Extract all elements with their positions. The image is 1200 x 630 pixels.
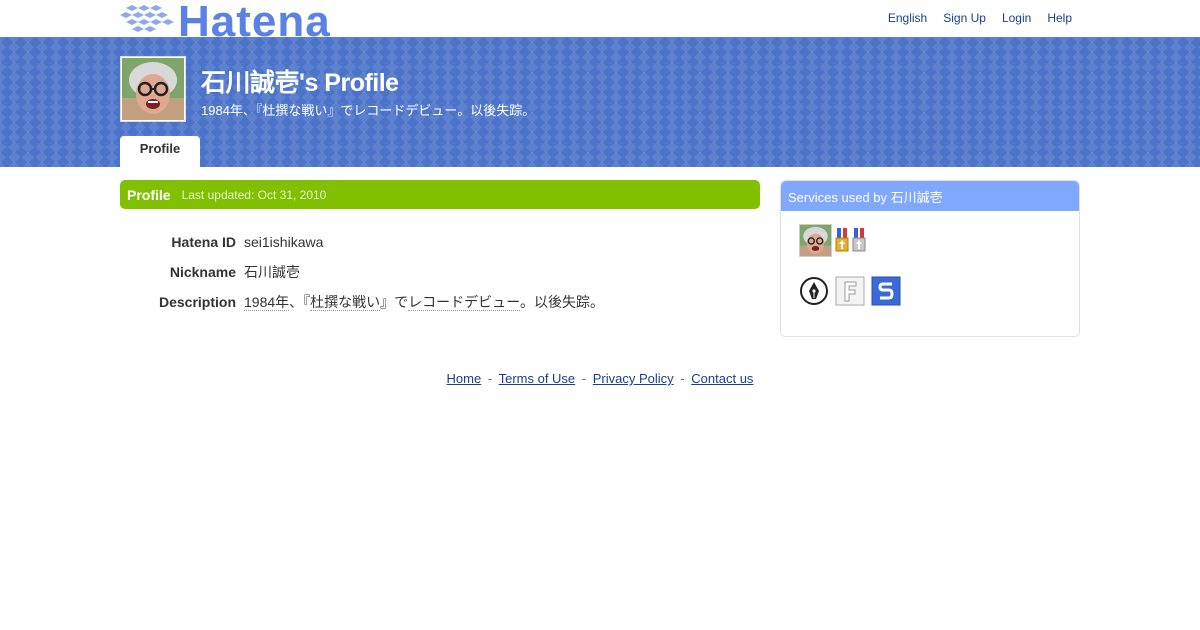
- user-avatar[interactable]: [799, 224, 832, 257]
- keyword-link[interactable]: 杜撰な戦い: [310, 294, 381, 311]
- section-title: Profile: [127, 186, 171, 203]
- hatena-id-label: Hatena ID: [171, 234, 236, 250]
- footer-separator: -: [680, 371, 685, 386]
- profile-row-hatena-id: Hatena ID sei1ishikawa: [120, 227, 760, 257]
- nickname-value: 石川誠壱: [244, 264, 300, 280]
- footer-terms-link[interactable]: Terms of Use: [499, 371, 576, 386]
- profile-row-nickname: Nickname 石川誠壱: [120, 257, 760, 287]
- profile-table: Hatena ID sei1ishikawa Nickname 石川誠壱 Des…: [120, 227, 760, 317]
- avatar[interactable]: [120, 56, 186, 122]
- nickname-label: Nickname: [169, 264, 236, 280]
- footer-contact-link[interactable]: Contact us: [691, 371, 753, 386]
- footer-privacy-link[interactable]: Privacy Policy: [593, 371, 674, 386]
- profile-section-bar: Profile Last updated: Oct 31, 2010: [120, 180, 760, 209]
- services-title: Services used by 石川誠壱: [781, 181, 1079, 211]
- footer-separator: -: [487, 371, 493, 386]
- pen-nib-icon[interactable]: [799, 276, 829, 306]
- help-link[interactable]: Help: [1047, 11, 1072, 25]
- haiku-s-icon[interactable]: [871, 276, 901, 306]
- page-subtitle: 1984年、『杜撰な戦い』でレコードデビュー。以後失踪。: [201, 103, 536, 118]
- description-value: 1984年、『杜撰な戦い』でレコードデビュー。以後失踪。: [244, 292, 604, 312]
- keyword-link[interactable]: レコードデビュー: [408, 294, 521, 311]
- login-link[interactable]: Login: [1002, 11, 1031, 25]
- profile-row-description: Description 1984年、『杜撰な戦い』でレコードデビュー。以後失踪。: [120, 287, 760, 317]
- last-updated: Last updated: Oct 31, 2010: [181, 187, 327, 202]
- services-panel: Services used by 石川誠壱: [780, 180, 1080, 337]
- silver-medal-icon[interactable]: [852, 228, 866, 252]
- description-label: Description: [158, 294, 236, 310]
- hatena-logo-icon: [120, 4, 174, 32]
- logo-wordmark: Hatena: [178, 0, 331, 46]
- tab-profile[interactable]: Profile: [120, 136, 200, 167]
- signup-link[interactable]: Sign Up: [943, 11, 986, 25]
- top-nav: English Sign Up Login Help: [888, 11, 1072, 25]
- footer-separator: -: [581, 371, 587, 386]
- fotolife-f-icon[interactable]: [835, 276, 865, 306]
- user-avatar: [122, 58, 184, 120]
- profile-header: 石川誠壱's Profile 1984年、『杜撰な戦い』でレコードデビュー。以後…: [0, 37, 1200, 167]
- gold-medal-icon[interactable]: [835, 228, 849, 252]
- footer-home-link[interactable]: Home: [447, 371, 482, 386]
- top-bar: Hatena English Sign Up Login Help: [0, 0, 1200, 46]
- footer: Home - Terms of Use - Privacy Policy - C…: [0, 371, 1200, 386]
- description-text: 、『: [289, 294, 311, 310]
- profile-section: Profile Last updated: Oct 31, 2010 Haten…: [120, 180, 760, 317]
- hatena-logo[interactable]: Hatena: [120, 0, 331, 46]
- hatena-id-value: sei1ishikawa: [244, 234, 324, 250]
- description-text: 』で: [380, 294, 409, 310]
- english-link[interactable]: English: [888, 11, 927, 25]
- page-title: 石川誠壱's Profile: [201, 69, 399, 97]
- keyword-link[interactable]: 1984年: [244, 294, 290, 311]
- description-text: 。以後失踪。: [520, 294, 605, 310]
